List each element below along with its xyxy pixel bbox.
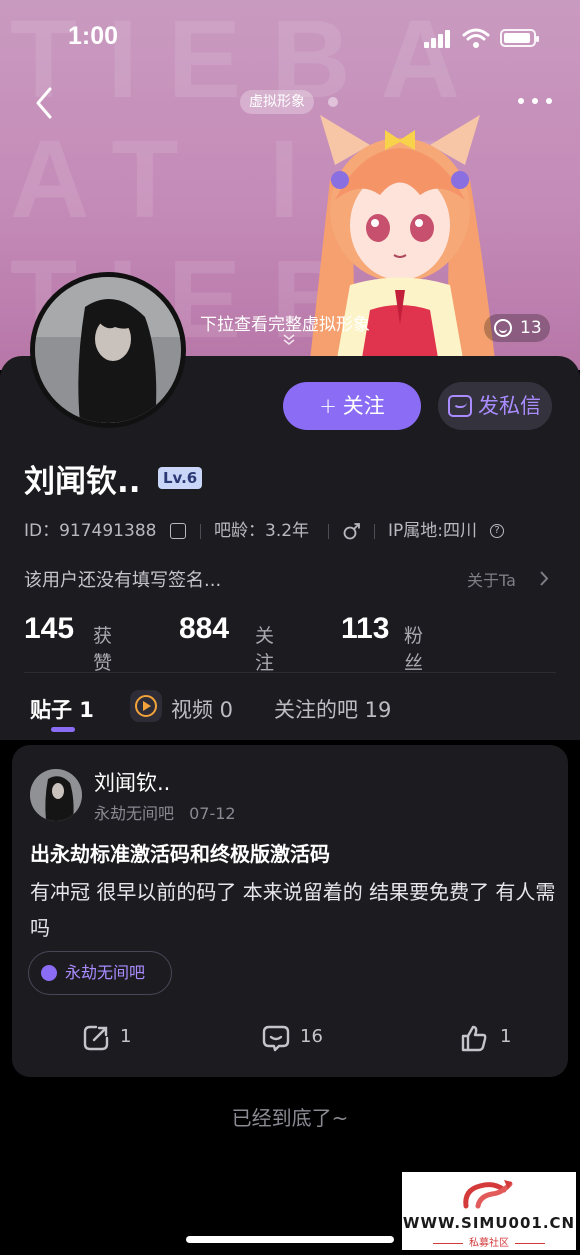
ip-location: IP属地:四川 [388,521,477,541]
post-forum-name: 永劫无间吧 [94,804,175,823]
likes-received-label: 获赞 [93,625,113,674]
planet-icon [41,965,57,981]
user-signature: 该用户还没有填写签名... [24,570,222,591]
post-body[interactable]: 有冲冠 很早以前的码了 本来说留着的 结果要免费了 有人需吗 [30,874,558,946]
post-meta: 永劫无间吧 07-12 [94,800,236,824]
tab-followed-forums[interactable]: 关注的吧 19 [274,694,391,724]
level-badge[interactable]: Lv.6 [158,467,203,489]
status-time: 1:00 [68,22,119,50]
end-of-list-text: 已经到底了~ [231,1106,349,1130]
username: 刘闻钦.. [24,464,141,500]
private-message-label: 发私信 [478,394,541,418]
forum-tag-button[interactable]: 永劫无间吧 [28,951,172,995]
post-author-name[interactable]: 刘闻钦.. [94,767,170,797]
followers-label: 粉丝 [404,625,424,674]
virtual-avatar-tag[interactable]: 虚拟形象 [240,90,314,114]
divider [328,524,329,539]
avatar[interactable] [30,272,186,428]
followers-count[interactable]: 113 [341,612,389,646]
private-message-button[interactable]: 发私信 [438,382,552,430]
chevron-right-icon[interactable] [538,570,550,587]
pull-down-hint: 下拉查看完整虚拟形象 [200,315,370,335]
battery-icon [500,29,539,47]
post-date: 07-12 [189,804,236,823]
wifi-icon [462,28,490,48]
follow-button-label: 关注 [342,394,385,418]
thumbs-up-icon [461,1025,487,1052]
like-count: 1 [500,1026,512,1047]
back-arrow-icon[interactable] [30,86,60,120]
divider [374,524,375,539]
likes-received-count[interactable]: 145 [24,612,74,646]
account-age: 吧龄：3.2年 [214,521,310,541]
post-title[interactable]: 出永劫标准激活码和终极版激活码 [30,838,330,867]
post-actions: 1 16 1 [12,1017,568,1057]
avatar-photo [30,769,82,821]
avatar-photo [35,277,181,423]
smile-icon [494,319,512,337]
home-indicator[interactable] [186,1236,394,1243]
comment-count: 16 [300,1026,323,1047]
video-play-icon [130,690,162,722]
following-label: 关注 [255,625,275,674]
about-link[interactable]: 关于Ta [467,567,516,591]
following-count[interactable]: 884 [179,612,229,646]
profile-tabs: 贴子 1 视频 0 关注的吧 19 [0,686,580,742]
post-card[interactable]: 刘闻钦.. 永劫无间吧 07-12 出永劫标准激活码和终极版激活码 有冲冠 很早… [12,745,568,1077]
section-divider [24,672,556,673]
copy-icon[interactable] [170,523,186,539]
forum-tag-label: 永劫无间吧 [65,963,146,982]
help-icon[interactable]: ? [490,524,504,538]
user-id: ID：917491388 [24,521,157,541]
status-bar: 1:00 [0,0,580,80]
share-icon [83,1025,109,1051]
watermark-logo: WWW.SIMU001.CN 私募社区 [402,1172,576,1250]
divider [200,524,201,539]
tab-videos[interactable]: 视频 0 [171,694,233,724]
watermark-site: WWW.SIMU001.CN [402,1214,576,1232]
post-author-avatar[interactable] [30,769,82,821]
share-count: 1 [120,1026,132,1047]
follow-button[interactable]: + 关注 [283,382,421,430]
watermark-emblem-icon [463,1180,513,1209]
tab-posts[interactable]: 贴子 1 [30,694,94,724]
double-chevron-down-icon [283,334,295,345]
male-gender-icon [343,523,360,540]
comment-icon [262,1025,290,1052]
page-indicator-dot [328,97,338,107]
cellular-signal-icon [424,30,454,48]
avatar-like-button[interactable]: 13 [484,314,550,342]
message-icon [448,395,472,417]
more-options-icon[interactable] [516,96,554,108]
watermark-subtitle: 私募社区 [402,1234,576,1249]
avatar-like-count: 13 [520,318,542,338]
active-tab-indicator [51,727,75,732]
